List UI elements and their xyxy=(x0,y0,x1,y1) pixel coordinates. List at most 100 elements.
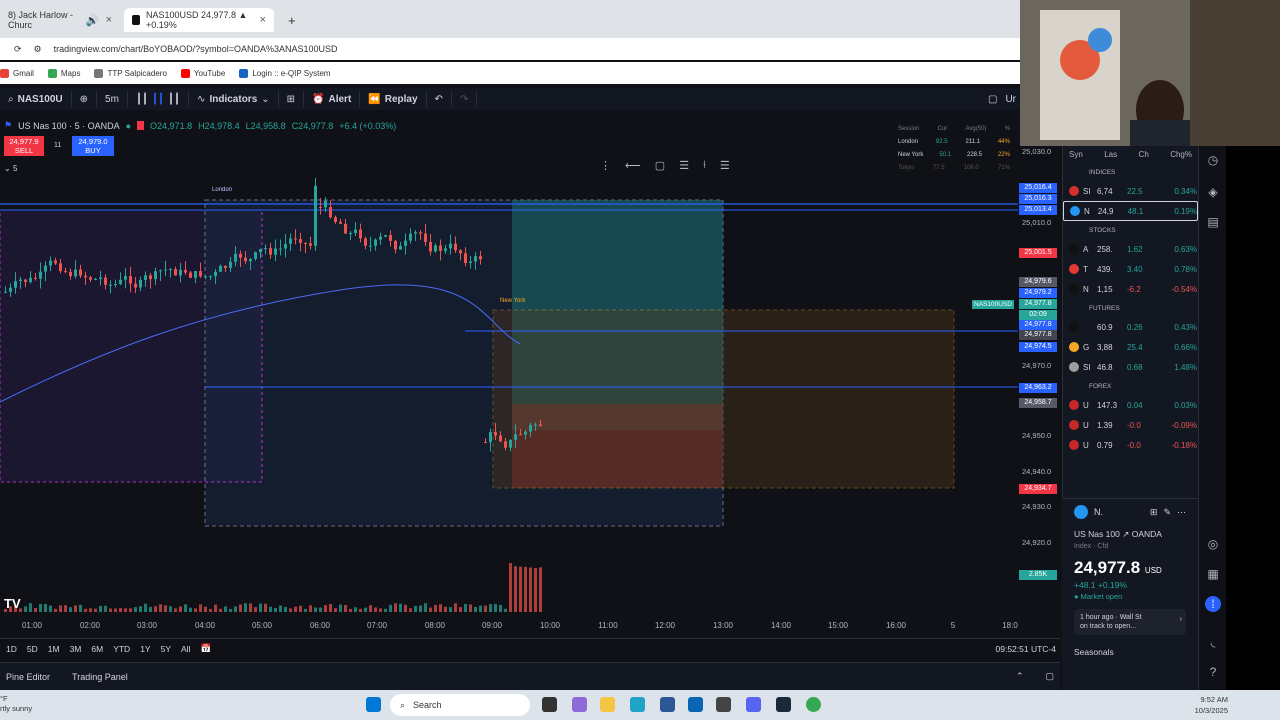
chrome-icon[interactable] xyxy=(806,697,821,712)
period-5y[interactable]: 5Y xyxy=(161,644,171,654)
more-icon[interactable]: ⋯ xyxy=(1177,507,1186,518)
new-tab-button[interactable]: + xyxy=(280,8,300,32)
edge-icon[interactable] xyxy=(630,697,645,712)
date-range-icon[interactable]: 📅 xyxy=(200,643,211,654)
column-header[interactable]: Chg% xyxy=(1170,150,1192,159)
column-header[interactable]: Las xyxy=(1104,150,1117,159)
compare-button[interactable]: ⊕ xyxy=(72,91,98,107)
watchlist-row[interactable]: N 24,9 48.1 0.19% xyxy=(1063,201,1198,221)
details-name[interactable]: US Nas 100 xyxy=(1074,529,1120,539)
taskbar-search[interactable]: ⌕ Search xyxy=(390,694,530,716)
frame-icon[interactable]: ▢ xyxy=(655,159,665,172)
replay-button[interactable]: ⏪ Replay xyxy=(360,91,427,107)
watchlist-row[interactable]: U 1.39 -0.0 -0.09% xyxy=(1063,415,1198,435)
settings-lines-icon[interactable]: ☰ xyxy=(679,159,689,172)
period-all[interactable]: All xyxy=(181,644,190,654)
chat-icon[interactable]: ▤ xyxy=(1205,214,1221,230)
details-short-symbol[interactable]: N. xyxy=(1094,507,1103,517)
watchlist-row[interactable]: N 1,15 -6.2 -0.54% xyxy=(1063,279,1198,299)
tab-pine-editor[interactable]: Pine Editor xyxy=(6,672,50,682)
news-card[interactable]: 1 hour ago · Wall St on track to open...… xyxy=(1074,609,1186,635)
symbol-search[interactable]: ⌕ NAS100U xyxy=(0,91,72,107)
watchlist-row[interactable]: SI 46.8 0.68 1.48% xyxy=(1063,357,1198,377)
clock-icon[interactable]: ◷ xyxy=(1205,152,1221,168)
period-6m[interactable]: 6M xyxy=(91,644,103,654)
watchlist-section-header[interactable]: FOREX xyxy=(1063,377,1198,395)
address-bar[interactable]: ⟳ ⚙ tradingview.com/chart/BoYOBAOD/?symb… xyxy=(0,38,1020,60)
more-icon[interactable]: ☰ xyxy=(720,159,730,172)
symbol-title[interactable]: US Nas 100 · 5 · OANDA xyxy=(18,121,120,131)
layouts-button[interactable]: ⊞ xyxy=(279,91,305,107)
watchlist-section-header[interactable]: FUTURES xyxy=(1063,299,1198,317)
undo-button[interactable]: ↶ xyxy=(427,91,452,107)
period-3m[interactable]: 3M xyxy=(70,644,82,654)
windows-start-icon[interactable] xyxy=(366,697,381,712)
help-icon[interactable]: ? xyxy=(1205,664,1221,680)
watchlist-row[interactable]: A 258. 1.62 0.63% xyxy=(1063,239,1198,259)
tab-youtube[interactable]: 8) Jack Harlow - Churc 🔊 × xyxy=(0,8,120,32)
store-icon[interactable] xyxy=(660,697,675,712)
period-1y[interactable]: 1Y xyxy=(140,644,150,654)
line-tool-icon[interactable]: ⟵ xyxy=(625,159,641,172)
column-header[interactable]: Syn xyxy=(1069,150,1083,159)
watchlist-row[interactable]: U 0.79 -0.0 -0.18% xyxy=(1063,435,1198,455)
watchlist-row[interactable]: SI 6,74 22.5 0.34% xyxy=(1063,181,1198,201)
copilot-icon[interactable] xyxy=(572,697,587,712)
target-icon[interactable]: ◎ xyxy=(1205,536,1221,552)
alert-button[interactable]: ⏰ Alert xyxy=(304,91,361,107)
bookmark-maps[interactable]: Maps xyxy=(47,68,80,78)
close-icon[interactable]: × xyxy=(106,14,112,26)
chart-pane[interactable] xyxy=(0,112,1060,636)
period-1m[interactable]: 1M xyxy=(48,644,60,654)
unnamed-layout-label[interactable]: Ur xyxy=(1005,94,1016,105)
period-5d[interactable]: 5D xyxy=(27,644,38,654)
sell-button[interactable]: 24,977.9 SELL xyxy=(4,136,44,156)
chart-type-button[interactable]: ┃┃ ┃┃ ┃┃ xyxy=(128,91,190,107)
period-1d[interactable]: 1D xyxy=(6,644,17,654)
vertical-line-icon[interactable]: ⟊ xyxy=(703,159,706,172)
external-link-icon[interactable]: ↗ xyxy=(1122,529,1129,539)
reload-icon[interactable]: ⟳ xyxy=(14,44,22,55)
price-chart[interactable] xyxy=(0,112,1018,618)
seasonals-heading[interactable]: Seasonals xyxy=(1074,647,1186,657)
calendar-icon[interactable]: ▦ xyxy=(1205,566,1221,582)
drag-handle-icon[interactable]: ⋮ xyxy=(600,159,611,172)
tradingview-logo[interactable]: TV xyxy=(4,596,21,611)
signal-icon[interactable]: ◟ xyxy=(1205,634,1221,650)
maximize-icon[interactable]: ▢ xyxy=(1045,671,1060,682)
fullscreen-icon[interactable]: ▢ xyxy=(988,94,997,105)
interval-button[interactable]: 5m xyxy=(97,91,128,107)
teams-icon[interactable] xyxy=(716,697,731,712)
grid-icon[interactable]: ⊞ xyxy=(1150,507,1158,518)
watchlist-section-header[interactable]: STOCKS xyxy=(1063,221,1198,239)
system-clock[interactable]: 9:52 AM 10/3/2025 xyxy=(1195,694,1228,716)
watchlist-row[interactable]: 60.9 0.26 0.43% xyxy=(1063,317,1198,337)
column-header[interactable]: Ch xyxy=(1139,150,1149,159)
outlook-icon[interactable] xyxy=(688,697,703,712)
indicators-button[interactable]: ∿ Indicators ⌄ xyxy=(189,91,279,107)
discord-icon[interactable] xyxy=(746,697,761,712)
indicator-count[interactable]: ⌄ 5 xyxy=(4,164,17,173)
steam-icon[interactable] xyxy=(776,697,791,712)
buy-button[interactable]: 24,979.0 BUY xyxy=(72,136,114,156)
time-axis[interactable]: 01:00 02:00 03:00 04:00 05:00 06:00 07:00 08:00… xyxy=(0,618,1018,634)
bookmark-ttp[interactable]: TTP Salpicadero xyxy=(94,68,167,78)
speaker-icon[interactable]: 🔊 xyxy=(86,14,100,27)
redo-button[interactable]: ↷ xyxy=(452,91,478,107)
bookmark-gmail[interactable]: Gmail xyxy=(0,68,34,78)
apps-icon[interactable]: ⁞ xyxy=(1205,596,1221,612)
period-ytd[interactable]: YTD xyxy=(113,644,130,654)
bookmark-eqip[interactable]: Login :: e-QIP System xyxy=(239,68,330,78)
watchlist-row[interactable]: G 3,88 25.4 0.66% xyxy=(1063,337,1198,357)
chevron-up-icon[interactable]: ⌃ xyxy=(1016,671,1024,682)
watchlist-row[interactable]: T 439. 3.40 0.78% xyxy=(1063,259,1198,279)
site-info-icon[interactable]: ⚙ xyxy=(34,44,42,55)
file-explorer-icon[interactable] xyxy=(600,697,615,712)
watchlist-row[interactable]: U 147.3 0.04 0.03% xyxy=(1063,395,1198,415)
tab-trading-panel[interactable]: Trading Panel xyxy=(72,672,128,682)
weather-widget[interactable]: °F rtly sunny xyxy=(0,694,32,714)
close-icon[interactable]: × xyxy=(260,14,266,26)
bookmark-youtube[interactable]: YouTube xyxy=(180,68,225,78)
layers-icon[interactable]: ◈ xyxy=(1205,184,1221,200)
url-text[interactable]: tradingview.com/chart/BoYOBAOD/?symbol=O… xyxy=(54,44,338,54)
